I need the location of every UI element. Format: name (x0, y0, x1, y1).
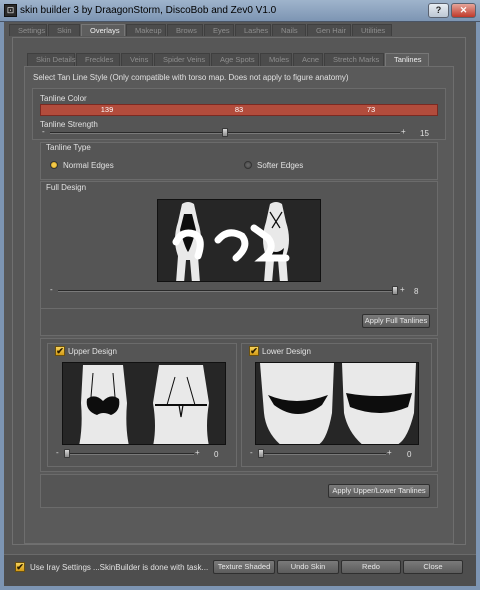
tanline-type-label: Tanline Type (46, 143, 91, 152)
upper-design-value: 0 (214, 450, 219, 459)
redo-button[interactable]: Redo (341, 560, 401, 574)
help-button[interactable]: ? (428, 3, 449, 18)
full-design-figure-icon (158, 200, 320, 281)
tanline-color-red-value: 139 (100, 105, 114, 114)
tab-freckles[interactable]: Freckles (76, 53, 120, 66)
window-title: skin builder 3 by DraagonStorm, DiscoBob… (20, 5, 277, 16)
lower-design-checkbox[interactable]: ✔ (249, 346, 259, 356)
upper-design-figure-icon (63, 363, 225, 444)
tanline-color-green-value: 83 (234, 105, 244, 114)
tab-moles[interactable]: Moles (260, 53, 292, 66)
main-tab-bar: Settings Skin Overlays Makeup Brows Eyes… (9, 24, 393, 36)
tab-stretch-marks[interactable]: Stretch Marks (324, 53, 384, 66)
lower-design-preview-image[interactable] (255, 362, 419, 445)
full-design-value: 8 (414, 287, 419, 296)
overlay-sub-tab-bar: Skin Details Freckles Veins Spider Veins… (27, 53, 430, 66)
tab-nails[interactable]: Nails (272, 24, 306, 36)
tanline-strength-thumb[interactable] (222, 128, 228, 137)
strength-plus-icon[interactable]: + (401, 127, 406, 136)
tab-age-spots[interactable]: Age Spots (211, 53, 259, 66)
apply-full-tanlines-button[interactable]: Apply Full Tanlines (362, 314, 430, 328)
upper-design-preview-image[interactable] (62, 362, 226, 445)
upper-design-plus-icon[interactable]: + (195, 448, 200, 457)
softer-edges-label: Softer Edges (257, 161, 304, 170)
tab-utilities[interactable]: Utilities (352, 24, 392, 36)
tab-eyes[interactable]: Eyes (204, 24, 234, 36)
tanline-color-swatch[interactable]: 139 83 73 (40, 104, 438, 116)
upper-design-checkbox[interactable]: ✔ (55, 346, 65, 356)
lower-design-label: Lower Design (262, 347, 311, 356)
tab-brows[interactable]: Brows (167, 24, 203, 36)
texture-shaded-button[interactable]: Texture Shaded (213, 560, 275, 574)
use-iray-checkbox[interactable]: ✔ (15, 562, 25, 572)
lower-design-thumb[interactable] (258, 449, 264, 458)
lower-design-value: 0 (407, 450, 412, 459)
app-icon: ⊡ (4, 4, 17, 17)
lower-design-plus-icon[interactable]: + (387, 448, 392, 457)
close-window-button[interactable]: ✕ (451, 3, 476, 18)
lower-design-slider[interactable] (258, 453, 386, 455)
tab-overlays[interactable]: Overlays (81, 24, 125, 36)
tanline-color-label: Tanline Color (40, 94, 87, 103)
normal-edges-label: Normal Edges (63, 161, 114, 170)
use-iray-label: Use Iray Settings (30, 563, 91, 572)
tab-lashes[interactable]: Lashes (235, 24, 271, 36)
upper-design-minus-icon[interactable]: - (56, 448, 59, 457)
tab-acne[interactable]: Acne (293, 53, 323, 66)
upper-design-label: Upper Design (68, 347, 117, 356)
full-design-label: Full Design (46, 183, 87, 192)
lower-design-minus-icon[interactable]: - (250, 448, 253, 457)
full-design-minus-icon[interactable]: - (50, 285, 53, 294)
upper-design-slider[interactable] (64, 453, 194, 455)
undo-skin-button[interactable]: Undo Skin (277, 560, 339, 574)
full-design-thumb[interactable] (392, 286, 398, 295)
tab-tanlines[interactable]: Tanlines (385, 53, 429, 66)
tab-settings[interactable]: Settings (9, 24, 47, 36)
tanline-strength-value: 15 (420, 129, 429, 138)
full-design-slider[interactable] (58, 290, 398, 292)
lower-design-figure-icon (256, 363, 418, 444)
tab-skin[interactable]: Skin (48, 24, 80, 36)
tab-gen-hair[interactable]: Gen Hair (307, 24, 351, 36)
tab-veins[interactable]: Veins (121, 53, 153, 66)
normal-edges-radio[interactable] (50, 161, 58, 169)
tab-spider-veins[interactable]: Spider Veins (154, 53, 210, 66)
close-button[interactable]: Close (403, 560, 463, 574)
tanline-color-blue-value: 73 (366, 105, 376, 114)
apply-upper-lower-tanlines-button[interactable]: Apply Upper/Lower Tanlines (328, 484, 430, 498)
tab-makeup[interactable]: Makeup (126, 24, 166, 36)
full-design-preview-image[interactable] (157, 199, 321, 282)
status-text: ...SkinBuilder is done with task... (93, 563, 209, 572)
strength-minus-icon[interactable]: - (42, 127, 45, 136)
upper-design-thumb[interactable] (64, 449, 70, 458)
softer-edges-radio[interactable] (244, 161, 252, 169)
tanline-style-hint: Select Tan Line Style (Only compatible w… (33, 73, 349, 82)
full-design-plus-icon[interactable]: + (400, 285, 405, 294)
tanline-strength-label: Tanline Strength (40, 120, 98, 129)
tab-skin-details[interactable]: Skin Details (27, 53, 76, 66)
